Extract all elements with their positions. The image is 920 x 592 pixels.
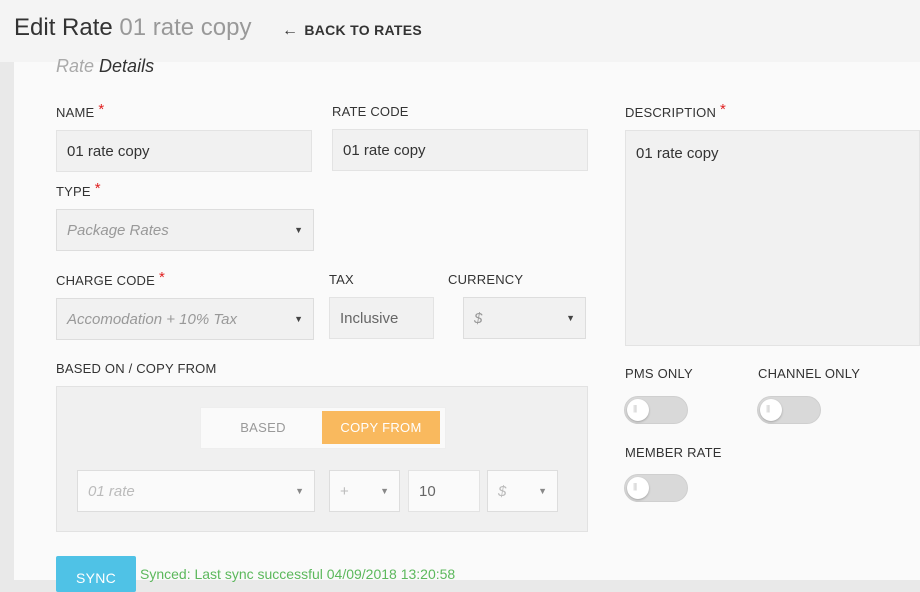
member-rate-toggle[interactable] <box>624 474 688 502</box>
top-bar: Edit Rate 01 rate copy ← BACK TO RATES <box>0 0 920 62</box>
type-label-text: TYPE <box>56 184 91 199</box>
name-label-text: NAME <box>56 105 95 120</box>
name-input[interactable]: 01 rate copy <box>56 130 312 172</box>
rate-code-label: RATE CODE <box>332 104 409 119</box>
type-select-value: Package Rates <box>67 221 169 239</box>
operator-select-value: + <box>340 482 349 500</box>
arrow-left-icon: ← <box>282 22 299 39</box>
caret-down-icon: ▼ <box>566 313 575 323</box>
type-select[interactable]: Package Rates ▼ <box>56 209 314 251</box>
member-rate-label: MEMBER RATE <box>625 445 722 460</box>
charge-code-label: CHARGE CODE * <box>56 269 166 289</box>
description-textarea[interactable]: 01 rate copy <box>625 130 920 346</box>
caret-down-icon: ▼ <box>295 486 304 496</box>
section-title: Rate Details <box>56 56 154 77</box>
rate-code-input[interactable]: 01 rate copy <box>332 129 588 171</box>
tax-label: TAX <box>329 272 354 287</box>
operator-select[interactable]: + ▼ <box>329 470 400 512</box>
toggle-knob <box>627 399 649 421</box>
sync-button[interactable]: SYNC <box>56 556 136 592</box>
tax-field: Inclusive <box>329 297 434 339</box>
required-marker: * <box>98 101 105 118</box>
description-label-text: DESCRIPTION <box>625 105 717 120</box>
section-title-faded: Rate <box>56 56 95 76</box>
charge-code-label-text: CHARGE CODE <box>56 273 155 288</box>
copy-rate-select[interactable]: 01 rate ▼ <box>77 470 315 512</box>
back-to-rates-link[interactable]: ← BACK TO RATES <box>282 22 422 40</box>
caret-down-icon: ▼ <box>380 486 389 496</box>
page-subtitle: 01 rate copy <box>119 14 252 41</box>
amount-input[interactable]: 10 <box>408 470 480 512</box>
sync-status-text: Synced: Last sync successful 04/09/2018 … <box>140 566 456 582</box>
name-label: NAME * <box>56 101 105 121</box>
charge-code-select-value: Accomodation + 10% Tax <box>67 310 237 328</box>
toggle-knob <box>760 399 782 421</box>
channel-only-label: CHANNEL ONLY <box>758 366 861 381</box>
channel-only-toggle[interactable] <box>757 396 821 424</box>
unit-select-value: $ <box>498 482 507 500</box>
back-link-label: BACK TO RATES <box>304 22 423 38</box>
section-title-text: Details <box>99 56 155 76</box>
required-marker: * <box>159 269 166 286</box>
required-marker: * <box>94 180 101 197</box>
based-on-label: BASED ON / COPY FROM <box>56 361 217 376</box>
type-label: TYPE * <box>56 180 101 200</box>
pms-only-toggle[interactable] <box>624 396 688 424</box>
page-title-text: Edit Rate <box>14 14 113 41</box>
tab-based[interactable]: BASED <box>202 411 324 444</box>
tab-copy-from[interactable]: COPY FROM <box>322 411 440 444</box>
currency-label: CURRENCY <box>448 272 524 287</box>
pms-only-label: PMS ONLY <box>625 366 693 381</box>
currency-select[interactable]: $ ▼ <box>463 297 586 339</box>
copy-rate-select-value: 01 rate <box>88 482 135 500</box>
toggle-knob <box>627 477 649 499</box>
description-label: DESCRIPTION * <box>625 101 727 121</box>
required-marker: * <box>720 101 727 118</box>
currency-select-value: $ <box>474 309 483 327</box>
caret-down-icon: ▼ <box>294 225 303 235</box>
caret-down-icon: ▼ <box>294 314 303 324</box>
charge-code-select[interactable]: Accomodation + 10% Tax ▼ <box>56 298 314 340</box>
unit-select[interactable]: $ ▼ <box>487 470 558 512</box>
page-title: Edit Rate 01 rate copy <box>14 14 251 42</box>
caret-down-icon: ▼ <box>538 486 547 496</box>
